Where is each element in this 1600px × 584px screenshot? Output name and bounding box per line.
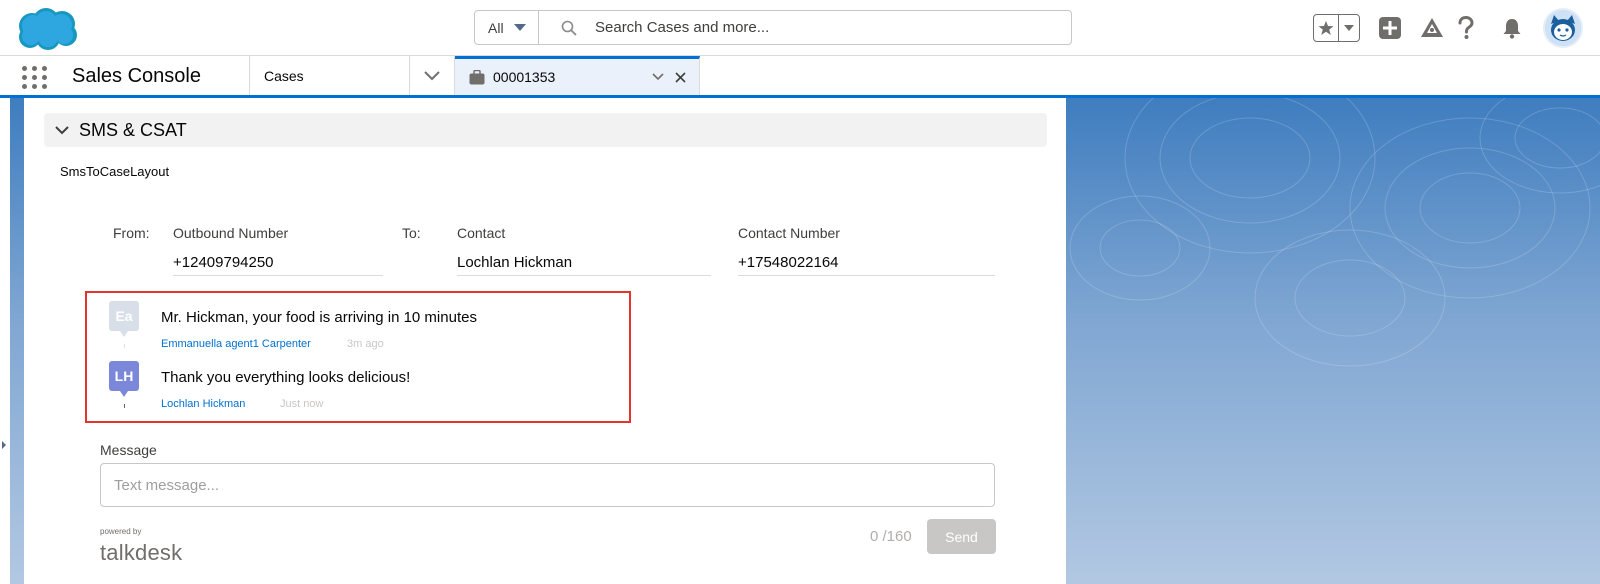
contact-field[interactable]: Lochlan Hickman (457, 248, 711, 276)
app-nav-bar: Sales Console Cases 00001353 (0, 56, 1600, 98)
message-label: Message (100, 442, 157, 458)
trailhead-icon[interactable] (1419, 14, 1445, 42)
talkdesk-logo: talkdesk (100, 540, 183, 565)
message-time: Just now (280, 398, 324, 410)
tab-case-label: 00001353 (493, 69, 556, 85)
outbound-number-label: Outbound Number (173, 225, 289, 241)
send-button[interactable]: Send (927, 519, 996, 554)
app-launcher-icon[interactable] (22, 66, 48, 89)
nav-item-cases[interactable]: Cases (249, 56, 410, 95)
to-label: To: (402, 225, 421, 241)
app-name: Sales Console (72, 65, 201, 87)
message-input[interactable] (100, 463, 995, 507)
utility-bar-strip (0, 98, 10, 584)
search-box (539, 11, 1071, 44)
contact-label: Contact (457, 225, 506, 241)
character-counter: 0 /160 (870, 528, 912, 545)
tab-case[interactable]: 00001353 (455, 56, 700, 95)
layout-name: SmsToCaseLayout (60, 164, 170, 179)
chevron-down-icon (55, 125, 69, 134)
global-header: All (0, 0, 1600, 56)
sms-card: SMS & CSAT SmsToCaseLayout From: Outboun… (24, 98, 1066, 584)
salesforce-cloud-logo[interactable] (14, 6, 80, 52)
briefcase-icon (469, 69, 485, 84)
star-icon[interactable] (1314, 15, 1339, 41)
avatar-tail (124, 404, 125, 408)
avatar: Ea (109, 301, 139, 337)
chevron-down-icon (513, 24, 526, 31)
from-label: From: (113, 225, 150, 241)
message-author[interactable]: Lochlan Hickman (161, 398, 245, 410)
avatar[interactable] (1543, 8, 1583, 48)
favorites-button-group (1313, 14, 1360, 42)
avatar-tail (124, 344, 125, 348)
bell-icon[interactable] (1500, 14, 1524, 42)
chevron-down-icon[interactable] (1339, 15, 1359, 41)
message-thread: Ea Mr. Hickman, your food is arriving in… (85, 291, 631, 423)
message-text: Thank you everything looks delicious! (161, 369, 411, 386)
message-text: Mr. Hickman, your food is arriving in 10… (161, 309, 477, 326)
nav-menu-button[interactable] (410, 56, 455, 95)
message-time: 3m ago (347, 338, 384, 350)
search-scope-label: All (488, 19, 504, 36)
search-scope-select[interactable]: All (475, 11, 539, 44)
contact-number-field[interactable]: +17548022164 (738, 248, 995, 276)
outbound-number-field[interactable]: +12409794250 (173, 248, 383, 276)
search-icon (561, 20, 577, 35)
plus-icon[interactable] (1377, 14, 1403, 42)
chevron-down-icon (424, 70, 440, 80)
message-author[interactable]: Emmanuella agent1 Carpenter (161, 338, 311, 350)
search-input[interactable] (595, 19, 995, 36)
expand-arrow-icon[interactable] (2, 441, 6, 449)
chevron-down-icon[interactable] (649, 68, 667, 86)
section-title: SMS & CSAT (79, 119, 187, 140)
global-search: All (474, 10, 1072, 45)
contact-number-label: Contact Number (738, 225, 840, 241)
close-icon[interactable] (671, 68, 689, 86)
help-icon[interactable] (1455, 14, 1477, 42)
section-header[interactable]: SMS & CSAT (44, 113, 1047, 147)
avatar: LH (109, 361, 139, 397)
powered-by-label: powered by (100, 527, 142, 536)
